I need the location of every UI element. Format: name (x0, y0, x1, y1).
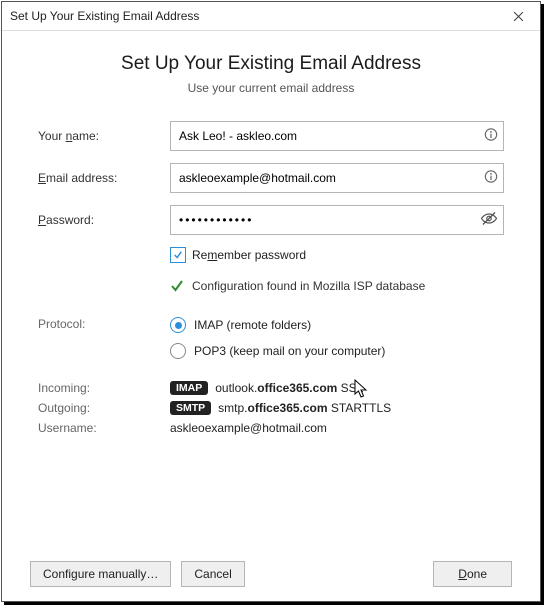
password-input[interactable] (170, 205, 504, 235)
remember-password-checkbox[interactable] (170, 247, 186, 263)
check-icon (173, 250, 183, 260)
email-label: Email address: (38, 171, 170, 185)
your-name-label: Your name: (38, 129, 170, 143)
imap-tag: IMAP (170, 381, 208, 395)
configure-manually-button[interactable]: Configure manually… (30, 561, 171, 587)
remember-password-label[interactable]: Remember password (192, 248, 306, 262)
protocol-label: Protocol: (38, 317, 170, 331)
page-subheading: Use your current email address (38, 81, 504, 95)
success-check-icon (170, 279, 184, 293)
info-icon[interactable] (484, 128, 498, 145)
protocol-pop3-label: POP3 (keep mail on your computer) (194, 344, 385, 358)
protocol-pop3-radio[interactable]: POP3 (keep mail on your computer) (170, 343, 385, 359)
page-heading: Set Up Your Existing Email Address (38, 53, 504, 75)
done-button[interactable]: Done (433, 561, 512, 587)
status-text: Configuration found in Mozilla ISP datab… (192, 279, 425, 293)
incoming-label: Incoming: (38, 381, 170, 395)
titlebar: Set Up Your Existing Email Address (2, 2, 540, 31)
cancel-button[interactable]: Cancel (181, 561, 244, 587)
window-close-button[interactable] (496, 2, 540, 30)
window-title: Set Up Your Existing Email Address (10, 9, 496, 23)
your-name-input[interactable] (170, 121, 504, 151)
password-label: Password: (38, 213, 170, 227)
info-icon[interactable] (484, 170, 498, 187)
username-value: askleoexample@hotmail.com (170, 421, 327, 435)
radio-icon (170, 317, 186, 333)
smtp-tag: SMTP (170, 401, 211, 415)
outgoing-server-value: smtp.office365.com STARTTLS (218, 401, 391, 415)
username-label: Username: (38, 421, 170, 435)
toggle-password-visibility-icon[interactable] (480, 210, 498, 231)
radio-icon (170, 343, 186, 359)
config-found-status: Configuration found in Mozilla ISP datab… (170, 279, 504, 293)
close-icon (513, 11, 524, 22)
incoming-server-value: outlook.office365.com SSL (215, 381, 363, 395)
email-input[interactable] (170, 163, 504, 193)
protocol-imap-radio[interactable]: IMAP (remote folders) (170, 317, 385, 333)
outgoing-label: Outgoing: (38, 401, 170, 415)
protocol-imap-label: IMAP (remote folders) (194, 318, 311, 332)
